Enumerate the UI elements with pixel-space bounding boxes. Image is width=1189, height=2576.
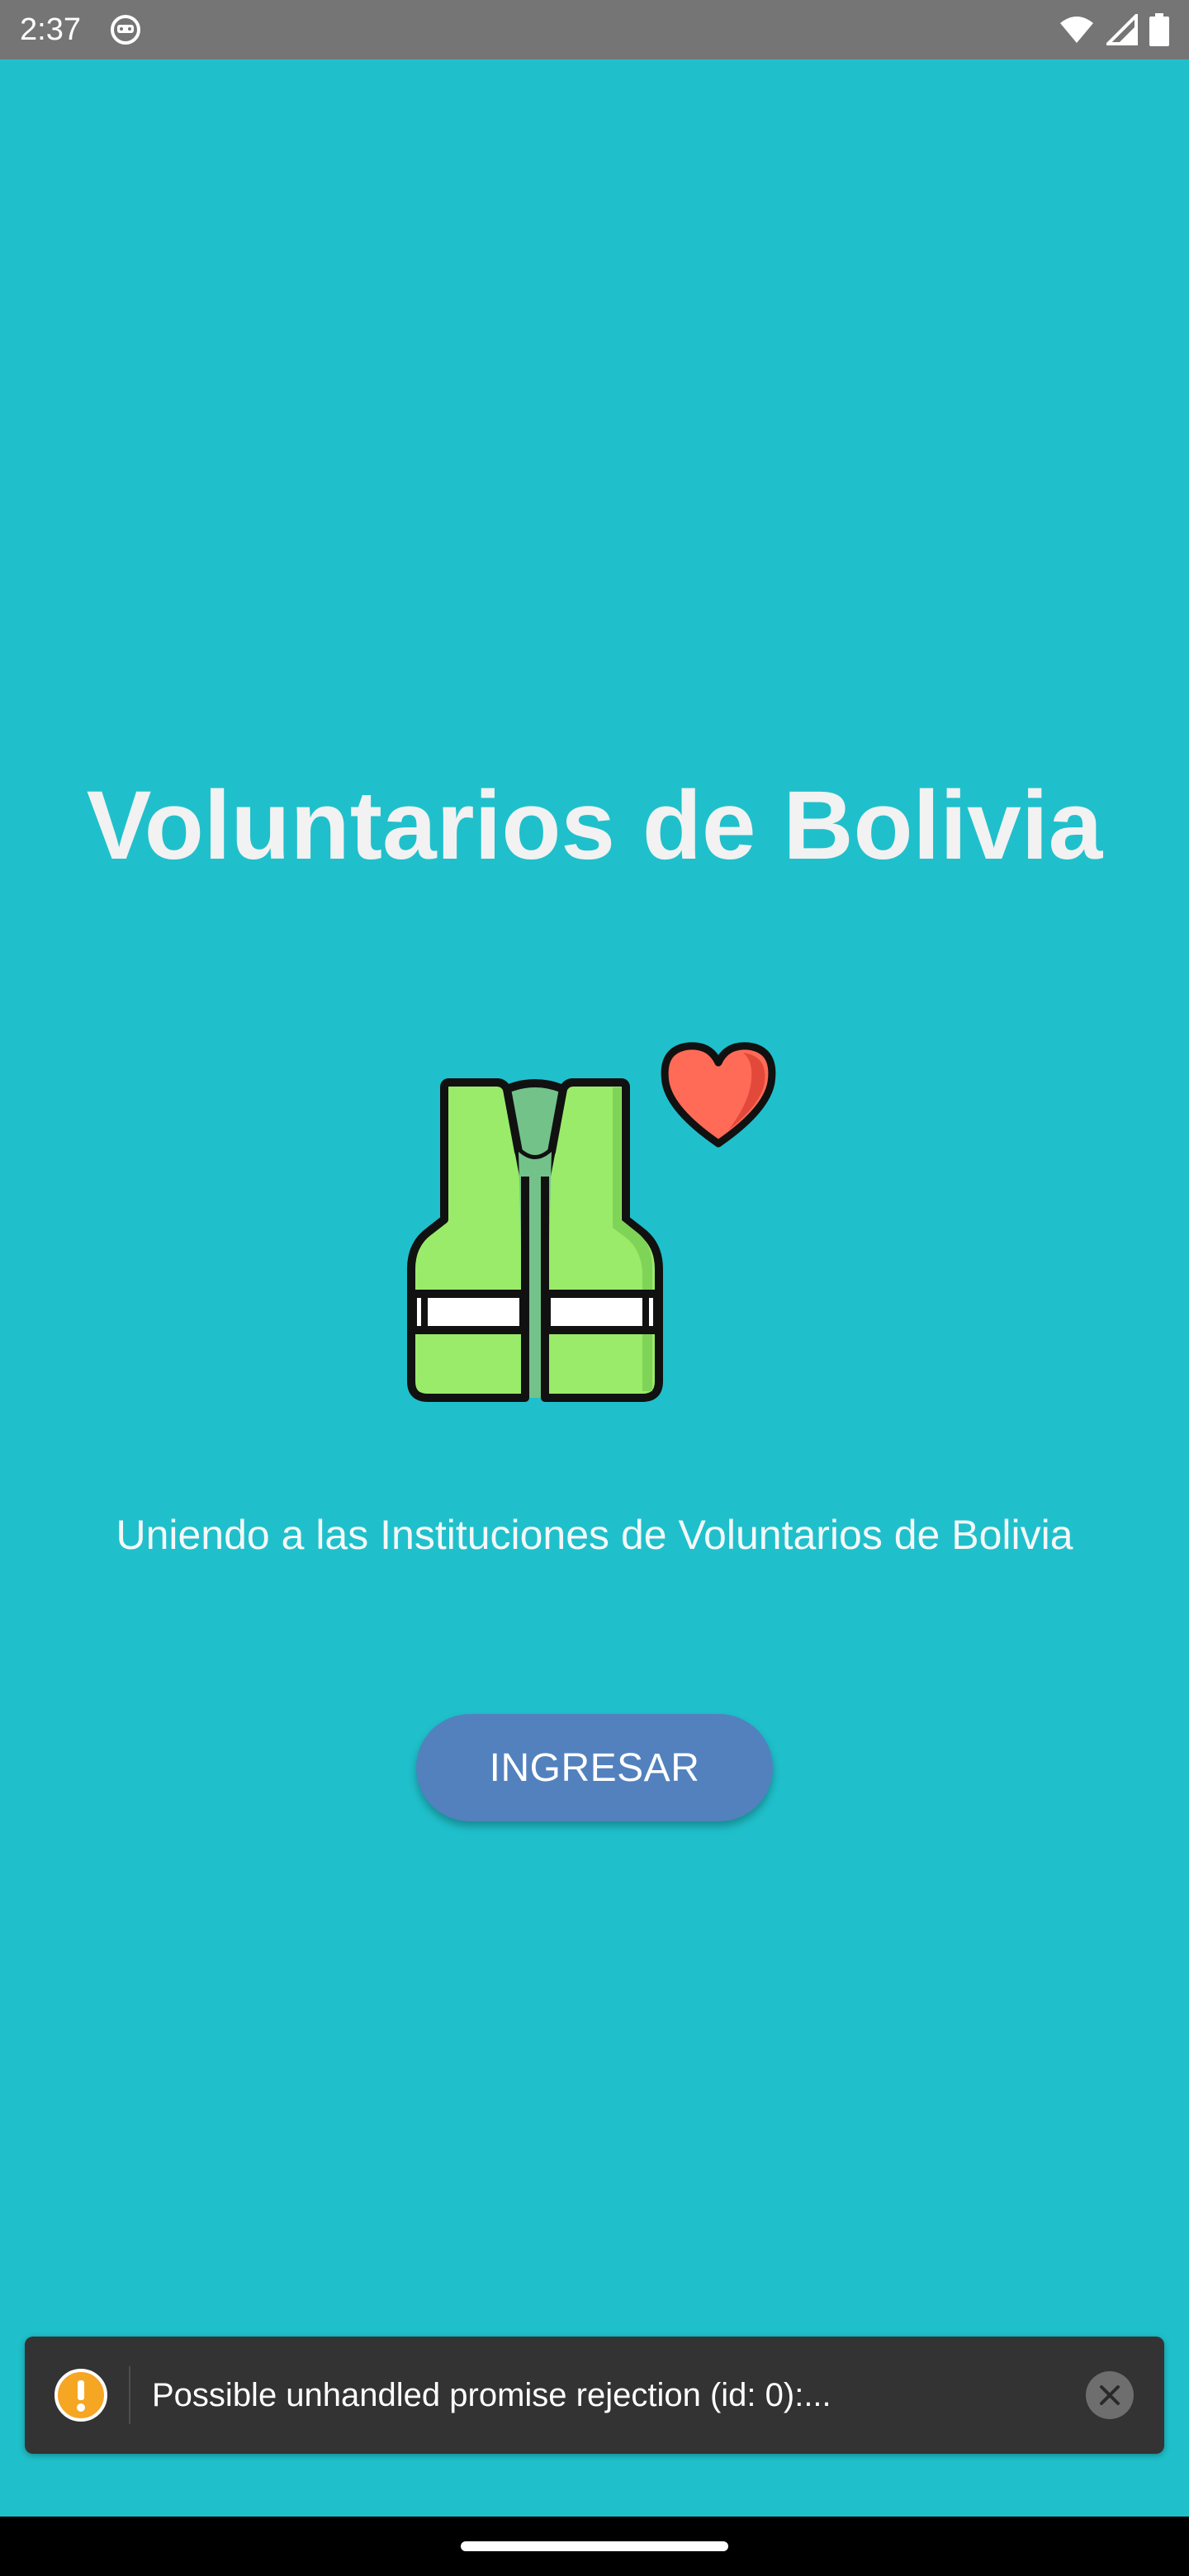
battery-icon	[1149, 13, 1169, 46]
volunteer-vest-with-heart-icon	[407, 1042, 776, 1402]
android-debug-icon	[111, 15, 140, 45]
ingresar-button[interactable]: INGRESAR	[416, 1714, 773, 1821]
toast-divider	[129, 2366, 130, 2424]
wifi-icon	[1060, 17, 1093, 43]
status-bar: 2:37	[0, 0, 1189, 59]
warning-icon	[54, 2369, 107, 2422]
warning-toast[interactable]: Possible unhandled promise rejection (id…	[25, 2337, 1164, 2454]
status-time: 2:37	[20, 12, 81, 47]
home-handle[interactable]	[461, 2541, 728, 2551]
subtitle: Uniendo a las Instituciones de Voluntari…	[116, 1512, 1073, 1558]
close-icon[interactable]	[1085, 2370, 1135, 2420]
toast-message: Possible unhandled promise rejection (id…	[152, 2377, 831, 2413]
page-title: Voluntarios de Bolivia	[86, 771, 1103, 880]
navigation-bar	[0, 2517, 1189, 2576]
cell-signal-icon	[1106, 14, 1138, 45]
status-icons	[1059, 12, 1169, 48]
